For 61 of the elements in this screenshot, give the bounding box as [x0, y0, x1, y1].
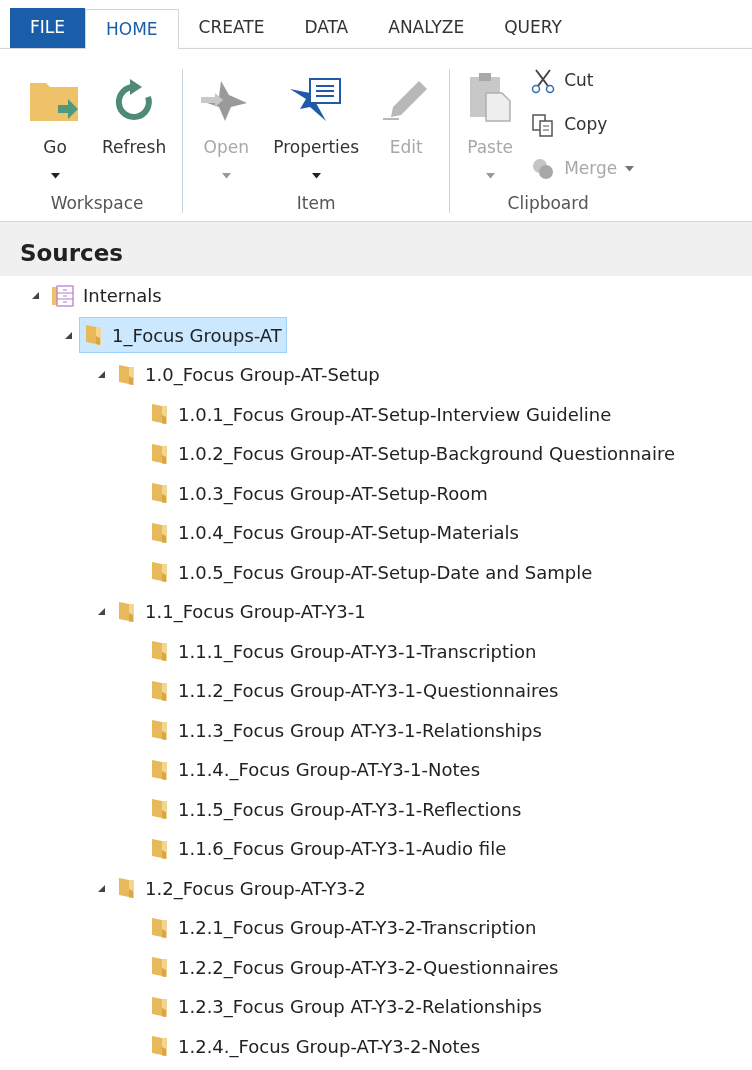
collapse-arrow-icon[interactable] — [30, 291, 40, 301]
collapse-arrow-icon[interactable] — [96, 883, 106, 893]
group-label: Clipboard — [506, 192, 590, 215]
folder-icon — [150, 956, 170, 979]
folder-icon — [117, 600, 137, 623]
tree-item[interactable]: 1.1.2_Focus Group-AT-Y3-1-Questionnaires — [145, 672, 564, 709]
ribbon-button[interactable]: Go — [24, 61, 86, 179]
tree-item[interactable]: 1.2.3_Focus Group AT-Y3-2-Relationships — [145, 988, 547, 1025]
folder-icon — [150, 758, 170, 781]
tree-item[interactable]: 1.2.1_Focus Group-AT-Y3-2-Transcription — [145, 909, 542, 946]
tree-item[interactable]: 1.1.5_Focus Group-AT-Y3-1-Reflections — [145, 791, 527, 828]
tree-item[interactable]: 1.2.2_Focus Group-AT-Y3-2-Questionnaires — [145, 949, 564, 986]
folder-icon — [150, 403, 170, 426]
folder-icon — [150, 916, 170, 939]
folder-icon — [150, 640, 170, 663]
tree-item[interactable]: 1_Focus Groups-AT — [79, 317, 287, 354]
folder-icon — [150, 561, 170, 584]
folder-icon — [150, 798, 170, 821]
folder-icon — [150, 679, 170, 702]
tree-item[interactable]: 1.0.2_Focus Group-AT-Setup-Background Questionnaire — [145, 435, 680, 472]
tree-item[interactable]: 1.1.1_Focus Group-AT-Y3-1-Transcription — [145, 633, 542, 670]
collapse-arrow-icon[interactable] — [63, 330, 73, 340]
folder-icon — [150, 719, 170, 742]
ribbon-tab[interactable]: FILE — [10, 8, 85, 48]
folder-icon — [117, 363, 137, 386]
folder-icon — [150, 521, 170, 544]
ribbon-small-button[interactable]: Cut — [530, 61, 635, 101]
tree-item[interactable]: 1.2_Focus Group-AT-Y3-2 — [112, 870, 371, 907]
group-label: Item — [295, 192, 337, 215]
tree-item[interactable]: 1.0.5_Focus Group-AT-Setup-Date and Sample — [145, 554, 598, 591]
scissors-icon — [530, 68, 557, 94]
ribbon-tab[interactable]: ANALYZE — [368, 8, 485, 48]
tree-item[interactable]: 1.0.1_Focus Group-AT-Setup-Interview Guideline — [145, 396, 617, 433]
tree-item[interactable]: 1.1.3_Focus Group AT-Y3-1-Relationships — [145, 712, 547, 749]
panel-title: Sources — [20, 238, 123, 268]
folder-icon — [150, 482, 170, 505]
tree-item[interactable]: 1.2.4._Focus Group-AT-Y3-2-Notes — [145, 1028, 486, 1065]
cabinet-icon — [51, 284, 75, 307]
group-label: Workspace — [49, 192, 145, 215]
ribbon-tab[interactable]: DATA — [284, 8, 369, 48]
folder-icon — [84, 324, 104, 347]
tree-item[interactable]: 1.1.4._Focus Group-AT-Y3-1-Notes — [145, 751, 486, 788]
ribbon-tab[interactable]: QUERY — [484, 8, 582, 48]
tree-item[interactable]: 1.0.3_Focus Group-AT-Setup-Room — [145, 475, 493, 512]
folder-icon — [150, 1035, 170, 1058]
folder-icon — [150, 995, 170, 1018]
folder-icon — [150, 442, 170, 465]
ribbon-button[interactable]: Refresh — [98, 61, 171, 161]
folder-icon — [150, 837, 170, 860]
tree-item[interactable]: 1.1.6_Focus Group-AT-Y3-1-Audio file — [145, 830, 512, 867]
ribbon-tab[interactable]: HOME — [85, 9, 179, 49]
ribbon-small-button[interactable]: Copy — [530, 105, 635, 145]
ribbon-tab[interactable]: CREATE — [178, 8, 285, 48]
tree-item[interactable]: 1.0_Focus Group-AT-Setup — [112, 356, 385, 393]
tree-item[interactable]: 1.0.4_Focus Group-AT-Setup-Materials — [145, 514, 524, 551]
collapse-arrow-icon[interactable] — [96, 607, 106, 617]
collapse-arrow-icon[interactable] — [96, 370, 106, 380]
ribbon-button[interactable]: Properties — [269, 61, 364, 179]
tree-item[interactable]: Internals — [46, 277, 167, 314]
tree-item[interactable]: 1.1_Focus Group-AT-Y3-1 — [112, 593, 371, 630]
folder-icon — [117, 877, 137, 900]
